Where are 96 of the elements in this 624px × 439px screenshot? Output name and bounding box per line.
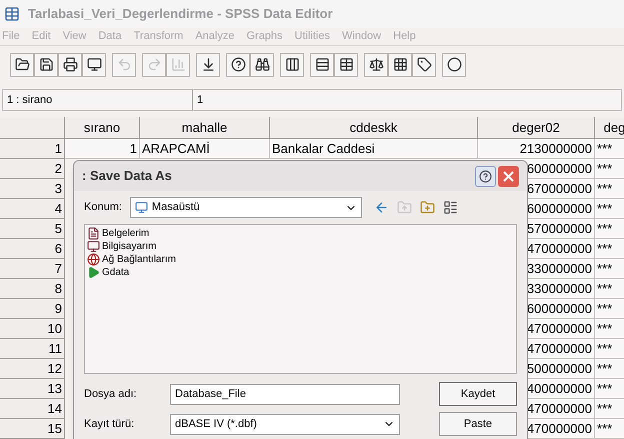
filename-field[interactable]: Database_File: [170, 384, 400, 404]
toolbar-button[interactable]: [58, 52, 82, 76]
row-number[interactable]: 11: [0, 339, 65, 359]
view-menu-icon[interactable]: [442, 200, 458, 215]
column-header[interactable]: sırano: [65, 117, 140, 139]
row-number[interactable]: 2: [0, 159, 65, 179]
save-button[interactable]: Kaydet: [439, 382, 517, 406]
table-cell: ***: [595, 299, 624, 319]
column-header[interactable]: mahalle: [140, 117, 270, 139]
rows-icon: [314, 57, 330, 72]
save-icon: [38, 57, 54, 72]
table-cell: ***: [595, 379, 624, 399]
row-number[interactable]: 6: [0, 239, 65, 259]
corner-cell[interactable]: [0, 117, 65, 139]
toolbar-button[interactable]: [412, 52, 436, 76]
chart-icon: [170, 57, 186, 72]
row-number[interactable]: 1: [0, 139, 65, 159]
desktop-icon: [134, 201, 148, 214]
computer-icon: [87, 240, 100, 253]
back-icon[interactable]: [374, 200, 389, 215]
redo-icon: [146, 57, 162, 72]
toolbar-button[interactable]: [388, 52, 412, 76]
row-number[interactable]: 3: [0, 179, 65, 199]
table-cell: ***: [595, 339, 624, 359]
table-cell: ***: [595, 139, 624, 159]
table-cell: ***: [595, 399, 624, 419]
table-cell: ***: [595, 279, 624, 299]
folder-entry[interactable]: Bilgisayarım: [102, 239, 156, 254]
binoculars-icon: [254, 57, 270, 72]
table-cell: ***: [595, 359, 624, 379]
row-number[interactable]: 4: [0, 199, 65, 219]
row-number[interactable]: 9: [0, 299, 65, 319]
row-number[interactable]: 15: [0, 419, 65, 439]
dialog-title: : Save Data As: [82, 167, 172, 186]
documents-icon: [87, 227, 100, 240]
row-number[interactable]: 5: [0, 219, 65, 239]
filetype-dropdown[interactable]: dBASE IV (*.dbf): [170, 414, 400, 434]
table-cell: ***: [595, 319, 624, 339]
help-icon: [479, 170, 492, 182]
toolbar-button[interactable]: [250, 52, 274, 76]
new-folder-icon[interactable]: [420, 200, 435, 215]
tag-icon: [416, 57, 432, 72]
toolbar-button[interactable]: [310, 52, 334, 76]
close-button[interactable]: [498, 166, 519, 186]
table-icon: [338, 57, 354, 72]
folder-entry[interactable]: Gdata: [102, 265, 130, 280]
table-cell: 2130000000: [478, 139, 595, 159]
app-icon: [4, 6, 20, 22]
row-number[interactable]: 7: [0, 259, 65, 279]
grid-icon: [392, 57, 408, 72]
toolbar-button[interactable]: [34, 52, 58, 76]
filetype-label: Kayıt türü:: [84, 416, 136, 432]
printer-icon: [62, 57, 78, 72]
arrow-down-icon: [200, 57, 216, 72]
row-number[interactable]: 10: [0, 319, 65, 339]
table-cell: Bankalar Caddesi: [270, 139, 478, 159]
folder-entry[interactable]: Belgelerim: [102, 226, 150, 241]
table-cell: ARAPCAMİ: [140, 139, 270, 159]
table-cell: ***: [595, 259, 624, 279]
table-cell: ***: [595, 179, 624, 199]
toolbar-button[interactable]: [442, 52, 466, 76]
toolbar-button[interactable]: [280, 52, 304, 76]
table-cell: ***: [595, 219, 624, 239]
paste-button[interactable]: Paste: [439, 412, 517, 436]
table-cell: ***: [595, 419, 624, 439]
table-cell: 1: [65, 139, 140, 159]
location-dropdown[interactable]: Masaüstü: [130, 197, 362, 218]
help-button[interactable]: [475, 166, 496, 186]
row-number[interactable]: 12: [0, 359, 65, 379]
play-icon: [87, 266, 100, 279]
folder-entry[interactable]: Ağ Bağlantılarım: [102, 252, 176, 267]
row-number[interactable]: 8: [0, 279, 65, 299]
toolbar-button[interactable]: [364, 52, 388, 76]
row-number[interactable]: 13: [0, 379, 65, 399]
toolbar-button[interactable]: [226, 52, 250, 76]
scale-icon: [368, 57, 384, 72]
column-header[interactable]: cddeskk: [270, 117, 478, 139]
help-icon: [230, 57, 246, 72]
toolbar-button[interactable]: [334, 52, 358, 76]
table-cell: ***: [595, 239, 624, 259]
columns-icon: [284, 57, 300, 72]
monitor-icon: [86, 57, 102, 72]
table-cell: ***: [595, 199, 624, 219]
undo-icon: [116, 57, 132, 72]
folder-open-icon: [14, 57, 30, 72]
toolbar-button[interactable]: [196, 52, 220, 76]
close-icon: [503, 170, 514, 182]
filename-label: Dosya adı:: [84, 386, 138, 402]
table-cell: ***: [595, 159, 624, 179]
location-label: Konum:: [84, 200, 122, 216]
toolbar-button[interactable]: [10, 52, 34, 76]
toolbar-button[interactable]: [82, 52, 106, 76]
network-icon: [87, 253, 100, 266]
window-title: Tarlabasi_Veri_Degerlendirme - SPSS Data Editor: [28, 5, 333, 24]
column-header[interactable]: deger02: [478, 117, 595, 139]
row-number[interactable]: 14: [0, 399, 65, 419]
